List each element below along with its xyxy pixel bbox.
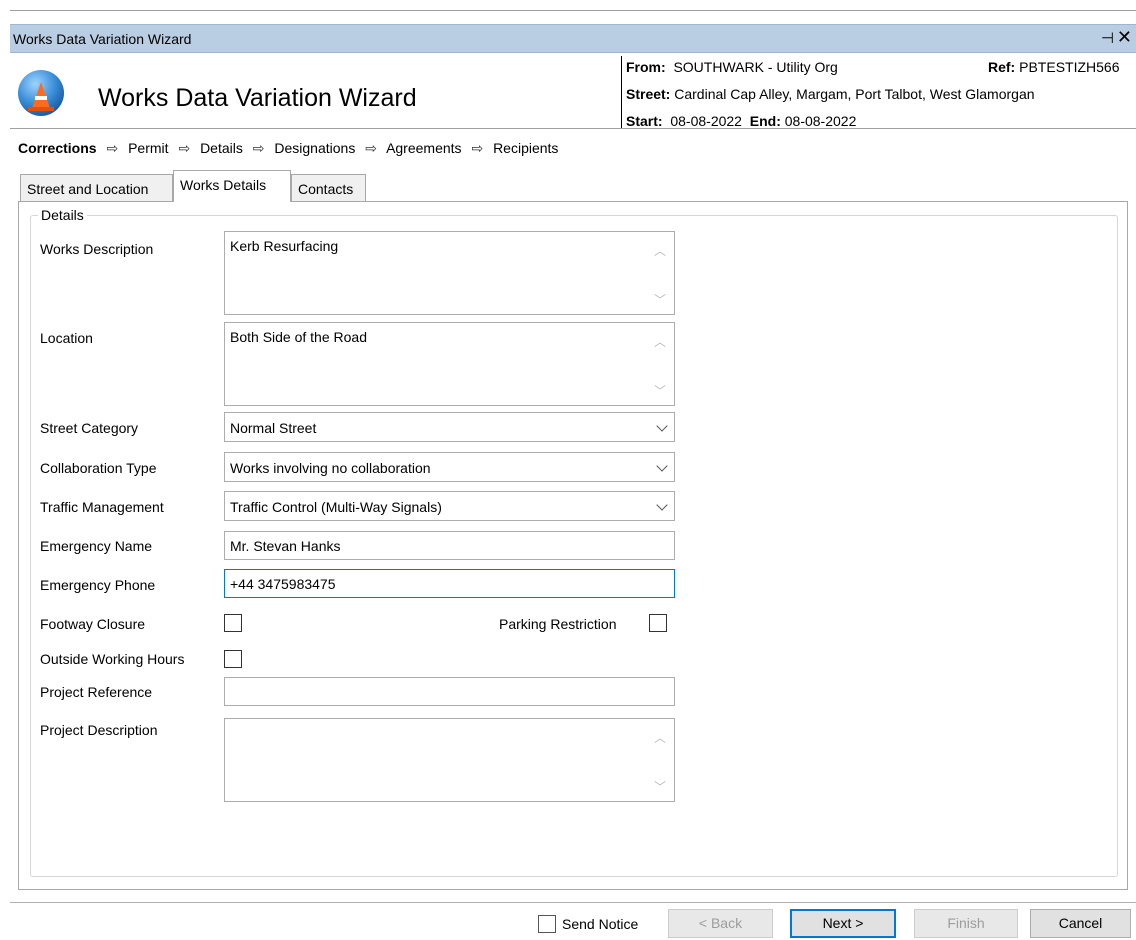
header-separator — [10, 128, 1136, 129]
collaboration-type-value: Works involving no collaboration — [230, 460, 431, 476]
street-category-select[interactable]: Normal Street — [224, 412, 675, 442]
emergency-phone-label: Emergency Phone — [40, 577, 156, 593]
emergency-phone-field[interactable]: +44 3475983475 — [224, 569, 675, 598]
street-value: Cardinal Cap Alley, Margam, Port Talbot,… — [674, 86, 1035, 102]
scroll-down-icon[interactable]: ﹀ — [654, 382, 666, 399]
wizard-steps: Corrections ⇨ Permit ⇨ Details ⇨ Designa… — [18, 140, 564, 157]
wizard-title: Works Data Variation Wizard — [98, 84, 417, 112]
project-reference-label: Project Reference — [40, 684, 153, 700]
emergency-name-field[interactable]: Mr. Stevan Hanks — [224, 531, 675, 560]
details-group-label: Details — [38, 207, 87, 223]
footer-separator — [10, 902, 1136, 903]
ref-value: PBTESTIZH566 — [1019, 59, 1120, 75]
traffic-cone-base — [28, 107, 54, 111]
step-agreements: Agreements — [386, 140, 462, 156]
emergency-name-value: Mr. Stevan Hanks — [230, 538, 341, 554]
back-button[interactable]: < Back — [668, 909, 773, 938]
traffic-cone-icon — [32, 82, 50, 108]
step-designations: Designations — [274, 140, 356, 156]
step-arrow-icon: ⇨ — [106, 140, 119, 156]
collaboration-type-label: Collaboration Type — [40, 460, 157, 476]
end-value: 08-08-2022 — [784, 113, 857, 129]
send-notice-checkbox[interactable] — [538, 915, 556, 933]
chevron-down-icon — [656, 420, 668, 432]
step-arrow-icon: ⇨ — [252, 140, 265, 156]
chevron-down-icon — [656, 499, 668, 511]
step-corrections: Corrections — [18, 140, 97, 156]
outside-working-hours-label: Outside Working Hours — [40, 651, 185, 667]
top-separator — [10, 10, 1136, 11]
step-permit: Permit — [128, 140, 169, 156]
step-arrow-icon: ⇨ — [471, 140, 484, 156]
street-category-label: Street Category — [40, 420, 139, 436]
works-description-field[interactable]: Kerb Resurfacing ︿ ﹀ — [224, 231, 675, 315]
dates-info: Start: 08-08-2022 End: 08-08-2022 — [626, 113, 856, 129]
window-title-bar: Works Data Variation Wizard ⊣ ✕ — [10, 24, 1136, 53]
scroll-up-icon[interactable]: ︿ — [654, 729, 666, 746]
location-label: Location — [40, 330, 93, 346]
works-description-value: Kerb Resurfacing — [230, 238, 339, 254]
ref-label: Ref: — [988, 59, 1016, 75]
scroll-down-icon[interactable]: ﹀ — [654, 778, 666, 795]
works-description-label: Works Description — [40, 241, 154, 257]
emergency-name-label: Emergency Name — [40, 538, 153, 554]
outside-working-hours-checkbox[interactable] — [224, 650, 242, 668]
start-label: Start: — [626, 113, 663, 129]
scroll-up-icon[interactable]: ︿ — [654, 242, 666, 259]
start-value: 08-08-2022 — [670, 113, 742, 129]
cancel-button[interactable]: Cancel — [1030, 909, 1131, 938]
location-value: Both Side of the Road — [230, 329, 367, 345]
location-field[interactable]: Both Side of the Road ︿ ﹀ — [224, 322, 675, 406]
traffic-management-select[interactable]: Traffic Control (Multi-Way Signals) — [224, 491, 675, 521]
emergency-phone-value: +44 3475983475 — [230, 576, 336, 592]
end-label: End: — [749, 113, 781, 129]
parking-restriction-label: Parking Restriction — [499, 616, 617, 632]
traffic-cone-stripe — [35, 96, 47, 100]
street-category-value: Normal Street — [230, 420, 317, 436]
finish-button[interactable]: Finish — [914, 909, 1018, 938]
chevron-down-icon — [656, 460, 668, 472]
close-icon[interactable]: ✕ — [1117, 27, 1132, 48]
collaboration-type-select[interactable]: Works involving no collaboration — [224, 452, 675, 482]
footway-closure-checkbox[interactable] — [224, 614, 242, 632]
project-reference-field[interactable] — [224, 677, 675, 706]
from-value: SOUTHWARK - Utility Org — [673, 59, 838, 75]
footway-closure-label: Footway Closure — [40, 616, 146, 632]
traffic-management-label: Traffic Management — [40, 499, 164, 515]
next-button[interactable]: Next > — [790, 909, 896, 938]
scroll-up-icon[interactable]: ︿ — [654, 333, 666, 350]
tab-contacts[interactable]: Contacts — [291, 174, 366, 201]
street-label: Street: — [626, 86, 671, 102]
step-recipients: Recipients — [493, 140, 559, 156]
step-arrow-icon: ⇨ — [178, 140, 191, 156]
scroll-down-icon[interactable]: ﹀ — [654, 291, 666, 308]
header-divider — [621, 56, 622, 128]
pin-icon[interactable]: ⊣ — [1101, 29, 1114, 47]
from-label: From: — [626, 59, 666, 75]
window-title: Works Data Variation Wizard — [13, 31, 192, 47]
tab-works-details[interactable]: Works Details — [173, 170, 291, 202]
step-arrow-icon: ⇨ — [365, 140, 377, 156]
traffic-management-value: Traffic Control (Multi-Way Signals) — [230, 499, 442, 515]
tab-street-and-location[interactable]: Street and Location — [20, 174, 173, 201]
ref-info: Ref: PBTESTIZH566 — [988, 59, 1120, 75]
project-description-label: Project Description — [40, 722, 158, 738]
from-info: From: SOUTHWARK - Utility Org — [626, 59, 838, 75]
step-details: Details — [200, 140, 243, 156]
parking-restriction-checkbox[interactable] — [649, 614, 667, 632]
project-description-field[interactable]: ︿ ﹀ — [224, 718, 675, 802]
send-notice-label: Send Notice — [562, 916, 639, 932]
street-info: Street: Cardinal Cap Alley, Margam, Port… — [626, 86, 1035, 102]
